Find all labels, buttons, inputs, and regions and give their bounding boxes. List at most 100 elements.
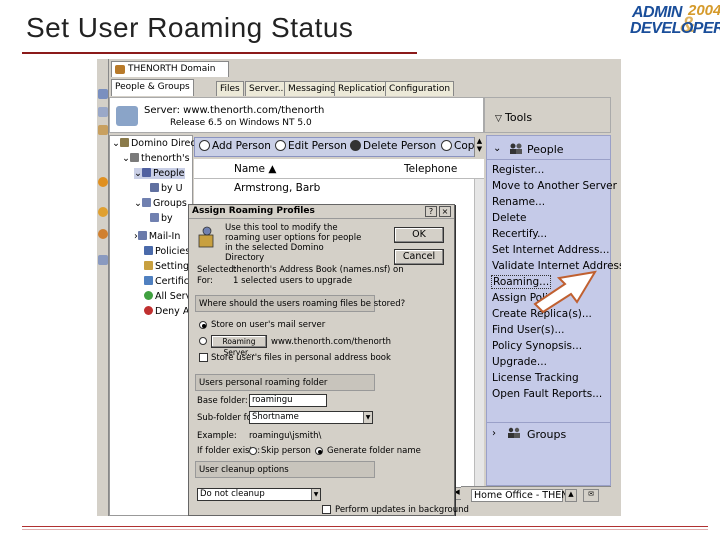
- ok-button[interactable]: OK: [394, 227, 444, 243]
- tree-item[interactable]: Certific: [144, 276, 189, 287]
- tool-register[interactable]: Register...: [492, 164, 544, 176]
- tree-label: All Serv: [155, 291, 192, 302]
- mail-icon[interactable]: ✉: [583, 489, 599, 502]
- logo-year: 2004: [688, 2, 720, 19]
- left-toolbar: [97, 59, 109, 516]
- lotus-admin-screenshot: THENORTH Domain People & Groups Files Se…: [97, 59, 621, 516]
- tool-upgrade[interactable]: Upgrade...: [492, 356, 547, 368]
- policy-icon: [144, 246, 153, 255]
- view-scrollbar[interactable]: [474, 179, 484, 489]
- tree-item-selected[interactable]: ⌄ People: [134, 168, 185, 179]
- store-personal-checkbox[interactable]: [199, 353, 208, 362]
- bottom-rule: [22, 526, 708, 527]
- edit-person-button[interactable]: Edit Person: [275, 140, 347, 152]
- server-release: Release 6.5 on Windows NT 5.0: [170, 118, 312, 128]
- example-value: roamingu\jsmith\: [249, 431, 322, 441]
- background-checkbox[interactable]: [322, 505, 331, 514]
- bookmark-icon[interactable]: [98, 107, 108, 117]
- tool-rename[interactable]: Rename...: [492, 196, 545, 208]
- generate-folder-radio[interactable]: [315, 447, 323, 455]
- tree-label: thenorth's: [140, 153, 190, 164]
- people-label: People: [527, 143, 564, 156]
- roaming-server-radio[interactable]: [199, 337, 207, 345]
- tree-item[interactable]: All Serv: [144, 291, 191, 302]
- cancel-button[interactable]: Cancel: [394, 249, 444, 265]
- roaming-server-button[interactable]: Roaming Server...: [211, 335, 267, 357]
- group-icon: [150, 213, 159, 222]
- bookmark-icon[interactable]: [98, 125, 108, 135]
- assign-roaming-dialog: Assign Roaming Profiles ? × Use this too…: [188, 204, 469, 516]
- tree-label: by U: [161, 183, 183, 194]
- people-header[interactable]: ⌄ People: [487, 138, 610, 160]
- cleanup-value: Do not cleanup: [200, 489, 265, 499]
- copy-label: Cop: [454, 140, 475, 152]
- tree-item[interactable]: by U: [150, 183, 183, 194]
- selected-label: Selected:: [197, 265, 237, 275]
- tool-set-internet-address[interactable]: Set Internet Address...: [492, 244, 609, 256]
- tree-item[interactable]: Settings: [144, 261, 194, 272]
- tool-move-server[interactable]: Move to Another Server: [492, 180, 617, 192]
- store-server-radio[interactable]: [199, 321, 207, 329]
- directory-tree: ⌄ Domino Direc ⌄ thenorth's ⌄ People by U ⌄…: [109, 135, 196, 516]
- tree-label: Domino Direc: [130, 138, 196, 149]
- column-telephone[interactable]: Telephone: [404, 163, 457, 175]
- action-bar-scroll[interactable]: ▲ ▼: [474, 137, 484, 157]
- close-button[interactable]: ×: [439, 206, 451, 217]
- tree-item[interactable]: Policies: [144, 246, 190, 257]
- tab-replication[interactable]: Replication: [334, 81, 392, 96]
- tree-item[interactable]: ⌄ thenorth's: [122, 153, 190, 164]
- slide: Set User Roaming Status ADMIN & 2004 DEV…: [0, 0, 720, 540]
- collapse-icon: ⌄: [134, 168, 142, 179]
- cleanup-select[interactable]: Do not cleanup ▼: [197, 488, 321, 501]
- bookmark-icon[interactable]: [98, 229, 108, 239]
- tool-delete[interactable]: Delete: [492, 212, 527, 224]
- tree-item[interactable]: by: [150, 213, 173, 224]
- collapse-icon: ⌄: [122, 153, 130, 164]
- bookmark-icon[interactable]: [98, 89, 108, 99]
- domain-doc-tab[interactable]: THENORTH Domain: [111, 61, 229, 77]
- action-bar: Add Person Edit Person Delete Person Cop: [194, 137, 484, 157]
- mailin-icon: [137, 231, 147, 240]
- tool-recertify[interactable]: Recertify...: [492, 228, 547, 240]
- add-person-label: Add Person: [212, 140, 271, 152]
- tab-files[interactable]: Files: [216, 81, 244, 96]
- tab-configuration[interactable]: Configuration: [385, 81, 455, 96]
- tool-policy-synopsis[interactable]: Policy Synopsis...: [492, 340, 582, 352]
- subfolder-select[interactable]: Shortname ▼: [249, 411, 373, 424]
- column-name[interactable]: Name ▲: [234, 163, 276, 175]
- tree-item[interactable]: Deny Ac: [144, 306, 194, 317]
- tree-label: Mail-In: [148, 231, 181, 242]
- table-row[interactable]: Armstrong, Barb: [234, 182, 320, 194]
- collapse-icon: ⌄: [112, 138, 120, 149]
- bookmark-icon[interactable]: [98, 255, 108, 265]
- bottom-rule-light: [22, 529, 708, 530]
- delete-person-button[interactable]: Delete Person: [350, 140, 436, 152]
- group-icon: [141, 198, 151, 207]
- tool-find-users[interactable]: Find User(s)...: [492, 324, 564, 336]
- tree-item[interactable]: ⌄ Groups: [134, 198, 187, 209]
- base-folder-label: Base folder:: [197, 396, 248, 406]
- skip-person-radio[interactable]: [249, 447, 257, 455]
- bookmark-icon[interactable]: [98, 207, 108, 217]
- background-label: Perform updates in background: [335, 505, 469, 515]
- tree-item[interactable]: ⌄ Domino Direc: [112, 138, 196, 149]
- view-header: Name ▲ Telephone: [194, 159, 484, 179]
- tree-item[interactable]: › Mail-In: [134, 231, 180, 242]
- add-person-button[interactable]: Add Person: [199, 140, 271, 152]
- groups-header[interactable]: › Groups: [487, 422, 610, 444]
- location-selector[interactable]: Home Office - THEN...: [471, 489, 577, 502]
- edit-person-icon: [275, 140, 286, 151]
- dropdown-arrow-icon: ▼: [363, 412, 372, 423]
- example-label: Example:: [197, 431, 237, 441]
- tab-people-groups[interactable]: People & Groups: [111, 79, 194, 96]
- server-name: Server: www.thenorth.com/thenorth: [144, 105, 325, 116]
- help-button[interactable]: ?: [425, 206, 437, 217]
- bookmark-icon[interactable]: [98, 177, 108, 187]
- tool-open-fault-reports[interactable]: Open Fault Reports...: [492, 388, 602, 400]
- tool-license-tracking[interactable]: License Tracking: [492, 372, 579, 384]
- location-dropdown-button[interactable]: ▲: [565, 489, 577, 502]
- pointer-arrow-icon: [533, 270, 597, 314]
- tools-header[interactable]: ▽ Tools: [484, 97, 611, 133]
- base-folder-input[interactable]: roamingu: [249, 394, 327, 407]
- copy-button[interactable]: Cop: [441, 140, 474, 152]
